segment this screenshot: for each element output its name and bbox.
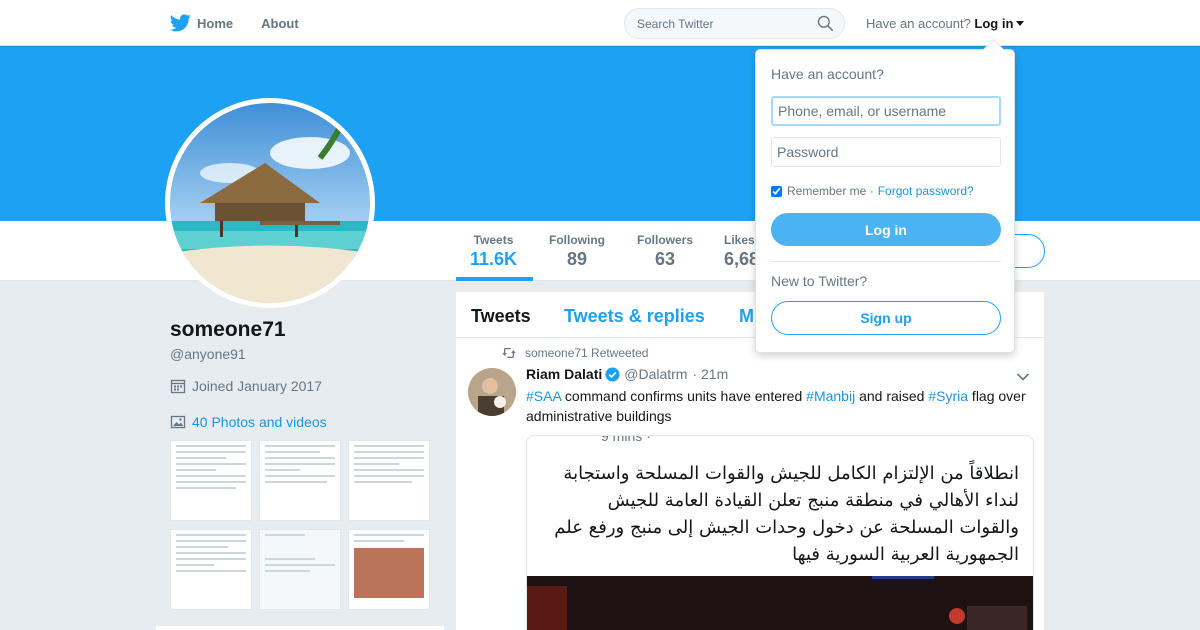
quote-media-photo	[527, 576, 1033, 630]
hashtag-link[interactable]: #SAA	[526, 388, 561, 404]
tweet-time[interactable]: · 21m	[692, 366, 728, 382]
top-nav-bar: Home About Have an account? Log in	[0, 0, 1200, 46]
home-link[interactable]: Home	[170, 14, 233, 32]
tweet-author-name[interactable]: Riam Dalati	[526, 366, 602, 382]
dropdown-title: Have an account?	[771, 66, 884, 82]
joined-text: Joined January 2017	[192, 378, 322, 394]
forgot-password-link[interactable]: Forgot password?	[878, 184, 974, 198]
quoted-media-card[interactable]: 9 mins · انطلاقاً من الإلتزام الكامل للج…	[526, 435, 1034, 630]
photos-link-label: 40 Photos and videos	[192, 414, 327, 430]
profile-name: someone71	[170, 318, 286, 341]
joined-date: Joined January 2017	[170, 378, 322, 394]
quote-time: 9 mins ·	[601, 435, 651, 444]
tweet-author-avatar[interactable]	[468, 368, 516, 416]
quote-arabic-text: انطلاقاً من الإلتزام الكامل للجيش والقوا…	[554, 463, 1019, 565]
media-thumbnail[interactable]	[348, 529, 430, 610]
stat-tweets-value: 11.6K	[470, 249, 518, 269]
verified-badge-icon	[605, 366, 620, 382]
chevron-down-icon[interactable]	[1016, 372, 1030, 382]
author-photo	[468, 368, 516, 416]
about-link[interactable]: About	[261, 16, 299, 31]
signup-button[interactable]: Sign up	[771, 301, 1001, 335]
left-sidebar-card	[156, 626, 444, 630]
dropdown-divider	[771, 261, 1001, 262]
tweet-text-segment: command confirms units have entered	[561, 388, 807, 404]
login-dropdown: Have an account? Remember me · Forgot pa…	[755, 49, 1015, 353]
twitter-bird-icon	[170, 14, 191, 32]
profile-avatar[interactable]	[165, 98, 375, 308]
have-account-text: Have an account?	[866, 16, 971, 31]
home-label: Home	[197, 15, 234, 31]
media-thumbnail[interactable]	[259, 529, 341, 610]
media-thumbnail-grid	[170, 440, 430, 610]
stat-followers[interactable]: Followers 63	[636, 233, 694, 270]
password-field[interactable]	[771, 137, 1001, 167]
tab-tweets[interactable]: Tweets	[471, 306, 531, 327]
stat-followers-value: 63	[654, 249, 676, 269]
about-label: About	[261, 15, 299, 31]
retweeted-by-text: someone71 Retweeted	[525, 346, 649, 360]
tweet-text: #SAA command confirms units have entered…	[526, 386, 1036, 426]
remember-me-label: Remember me ·	[787, 184, 874, 198]
media-thumbnail[interactable]	[259, 440, 341, 521]
username-field[interactable]	[771, 96, 1001, 126]
media-thumbnail[interactable]	[348, 440, 430, 521]
tab-tweets-replies[interactable]: Tweets & replies	[564, 306, 705, 327]
tweet[interactable]: someone71 Retweeted Riam Dalati @Dalatrm…	[456, 338, 1044, 630]
search-icon[interactable]	[817, 15, 834, 32]
calendar-icon	[170, 379, 186, 394]
media-thumbnail[interactable]	[170, 529, 252, 610]
stat-tweets[interactable]: Tweets 11.6K	[470, 233, 517, 270]
retweet-icon	[502, 348, 516, 358]
tweet-header: Riam Dalati @Dalatrm · 21m	[526, 366, 728, 382]
account-menu: Have an account? Log in	[866, 16, 1025, 31]
retweet-context: someone71 Retweeted	[502, 346, 648, 360]
photos-videos-link[interactable]: 40 Photos and videos	[170, 414, 327, 430]
caret-down-icon	[1016, 21, 1025, 26]
search-box	[624, 8, 845, 39]
stat-tweets-label: Tweets	[473, 233, 514, 247]
stat-following[interactable]: Following 89	[548, 233, 606, 270]
search-input[interactable]	[625, 9, 805, 38]
quote-media-image	[527, 576, 1033, 630]
beach-hut-avatar-image	[170, 103, 370, 303]
photo-icon	[170, 415, 186, 429]
active-stat-underline	[456, 277, 533, 281]
nav-left: Home About	[170, 0, 327, 46]
login-button[interactable]: Log in	[771, 213, 1001, 246]
stat-following-value: 89	[566, 249, 588, 269]
stat-following-label: Following	[549, 233, 605, 247]
remember-me-checkbox[interactable]	[771, 185, 782, 197]
login-menu-toggle[interactable]: Log in	[974, 16, 1025, 31]
tab-media[interactable]: M	[739, 306, 754, 327]
tweet-text-segment: and raised	[855, 388, 929, 404]
tweet-author-handle[interactable]: @Dalatrm	[624, 366, 687, 382]
login-menu-label: Log in	[974, 16, 1014, 31]
media-thumbnail[interactable]	[170, 440, 252, 521]
new-to-twitter-text: New to Twitter?	[771, 273, 868, 289]
remember-row: Remember me · Forgot password?	[771, 184, 974, 198]
stat-followers-label: Followers	[636, 233, 693, 247]
hashtag-link[interactable]: #Manbij	[806, 388, 855, 404]
profile-handle: @anyone91	[170, 346, 246, 362]
hashtag-link[interactable]: #Syria	[928, 388, 968, 404]
